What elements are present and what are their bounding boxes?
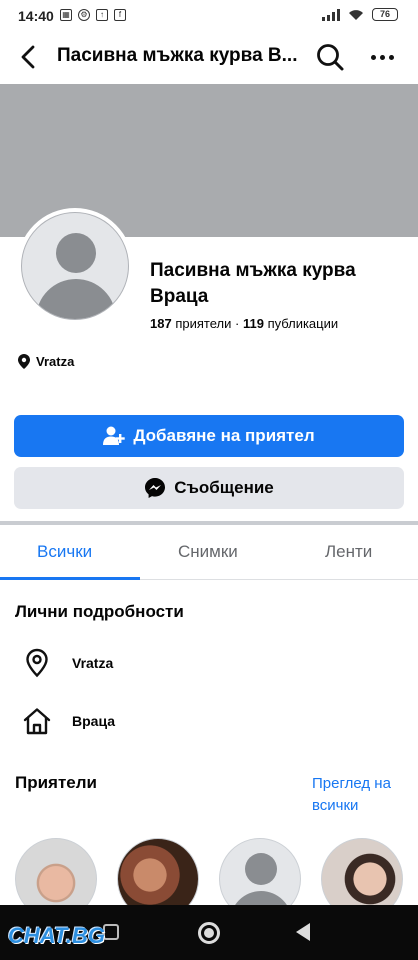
add-friend-icon [103,426,126,445]
battery-icon: 76 [372,8,398,21]
friends-count: 187 [150,316,172,331]
detail-location-row: Vratza [22,648,113,678]
more-dot-icon [370,54,376,60]
signal-icon [322,8,340,21]
profile-stats[interactable]: 187 приятели · 119 публикации [150,316,338,331]
friends-row [0,838,418,920]
status-bar: 14:40 ▦ ⚙ ↑ f 76 [0,0,418,32]
system-icons: 76 [322,8,398,21]
detail-hometown-text: Враца [72,713,116,729]
profile-avatar[interactable] [17,208,133,324]
add-friend-label: Добавяне на приятел [133,426,315,445]
location-pin-icon [26,648,48,678]
more-dot-icon [388,54,394,60]
notification-icons: ▦ ⚙ ↑ f [60,9,126,21]
detail-location-text: Vratza [72,655,114,671]
settings-notification-icon: ⚙ [78,9,90,21]
tab-photos[interactable]: Снимки [178,542,238,562]
back-button[interactable] [14,43,42,71]
stats-separator: · [234,316,240,331]
notification-icon: ▦ [60,9,72,21]
message-button[interactable]: Съобщение [14,467,404,509]
status-time: 14:40 [18,8,54,24]
top-bar-title: Пасивна мъжка курва В... [57,45,298,66]
home-icon [23,708,51,735]
system-back-button[interactable] [296,923,310,941]
add-friend-button[interactable]: Добавяне на приятел [14,415,404,457]
location-pin-icon [18,354,30,369]
message-label: Съобщение [174,478,274,497]
details-title: Лични подробности [15,602,184,621]
upload-notification-icon: ↑ [96,9,108,21]
profile-tabs: Всички Снимки Ленти [0,525,418,580]
default-avatar-icon [21,212,129,320]
back-arrow-icon [21,45,35,69]
watermark-logo: CHAT.BG [8,923,105,948]
friends-label: приятели [175,316,232,331]
search-button[interactable] [315,42,345,72]
facebook-notification-icon: f [114,9,126,21]
detail-hometown-row: Враца [22,706,115,736]
tab-reels[interactable]: Ленти [325,542,372,562]
more-dot-icon [379,54,385,60]
wifi-icon [349,9,363,20]
search-icon [317,44,344,71]
home-button[interactable] [198,922,220,944]
top-app-bar: Пасивна мъжка курва В... [0,32,418,82]
posts-count: 119 [242,316,264,331]
tab-all[interactable]: Всички [37,542,92,562]
profile-location: Vratza [18,354,74,369]
see-all-friends-link[interactable]: Преглед на всички [312,773,412,817]
location-text: Vratza [36,354,75,369]
posts-label: публикации [267,316,339,331]
active-tab-indicator [0,577,140,580]
recent-apps-button[interactable] [103,924,119,940]
messenger-icon [145,478,166,498]
friends-title: Приятели [15,773,98,792]
more-options-button[interactable] [366,44,398,70]
profile-name: Пасивна мъжка курва Враца [150,260,356,307]
